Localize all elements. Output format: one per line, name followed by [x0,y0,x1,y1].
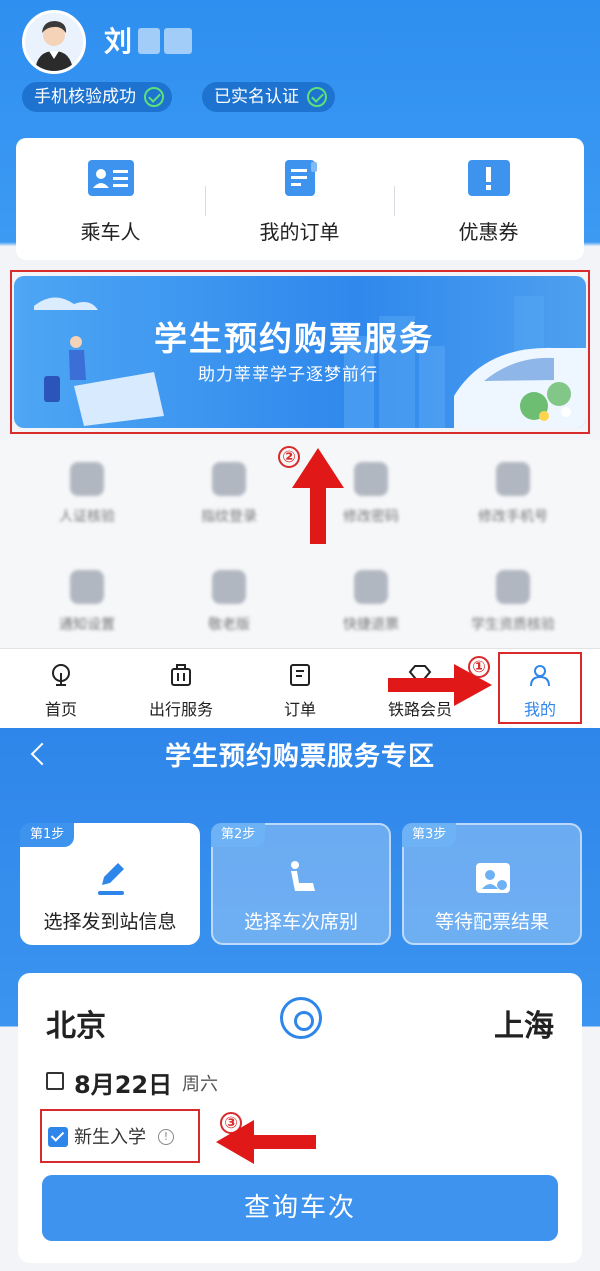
service-icon [496,462,530,496]
service-icon [354,462,388,496]
tab-label: 首页 [44,700,77,719]
user-name: 刘 [104,25,133,58]
step-await-result[interactable]: 第3步 等待配票结果 [402,823,582,945]
tab-orders[interactable]: 订单 [245,649,355,729]
badge-label: 手机核验成功 [34,87,136,107]
annotation-highlight-box [10,270,590,434]
service-label: 快捷退票 [343,617,399,633]
departure-station[interactable]: 北京 [46,1001,106,1045]
check-circle-icon [307,87,327,107]
service-icon [70,570,104,604]
quick-actions-card: 乘车人 我的订单 优惠券 [16,138,584,260]
my-orders-button[interactable]: 我的订单 [205,138,394,260]
order-doc-icon [285,160,317,196]
service-label: 学生资质核验 [471,617,555,633]
step-label: 选择车次席别 [243,911,358,933]
quick-action-label: 乘车人 [80,220,141,244]
step-number: 第1步 [20,823,75,847]
name-mask [164,28,192,54]
service-label: 人证核验 [59,509,115,525]
realname-verified-badge: 已实名认证 [202,82,335,112]
name-mask [138,28,160,54]
service-icon [496,570,530,604]
home-icon [52,664,70,686]
calendar-icon [46,1072,64,1090]
service-label: 修改密码 [343,509,399,525]
tab-home[interactable]: 首页 [6,649,116,729]
service-item[interactable]: 修改手机号 [448,462,578,526]
profile-section: 刘 手机核验成功 已实名认证 乘车人 我的订单 优惠券 学生预约购票服务 助力莘… [0,0,600,440]
check-circle-icon [144,87,164,107]
service-item[interactable]: 快捷退票 [306,570,436,634]
student-zone-section: 学生预约购票服务专区 第1步 选择发到站信息 第2步 选择车次席别 第3步 等待… [0,728,600,1271]
id-card-icon [88,160,134,196]
swap-stations-icon[interactable] [280,997,322,1039]
luggage-icon [171,664,191,686]
search-card: 北京 上海 8月22日 周六 新生入学 ! 查询车次 [18,973,582,1263]
departure-date[interactable]: 8月22日 [74,1065,172,1100]
annotation-highlight-box [498,652,582,724]
service-item[interactable]: 人证核验 [22,462,152,526]
service-label: 敬老版 [208,617,250,633]
annotation-highlight-box [40,1109,200,1163]
step-select-train-seat[interactable]: 第2步 选择车次席别 [211,823,391,945]
annotation-left-arrow [216,1120,316,1164]
service-icon [70,462,104,496]
query-trains-button[interactable]: 查询车次 [42,1175,558,1241]
service-item[interactable]: 通知设置 [22,570,152,634]
avatar[interactable] [22,10,86,74]
ticket-clock-icon [476,863,510,893]
tab-label: 出行服务 [148,700,213,719]
step-label: 等待配票结果 [434,911,549,933]
seat-icon [291,861,315,891]
service-icon [354,570,388,604]
order-icon [290,664,310,686]
page-title: 学生预约购票服务专区 [164,742,435,772]
service-label: 修改手机号 [478,509,548,525]
service-item[interactable]: 指纹登录 [164,462,294,526]
service-item[interactable]: 学生资质核验 [448,570,578,634]
arrival-station[interactable]: 上海 [494,1001,554,1045]
step-number: 第3步 [402,823,457,847]
service-icon [212,570,246,604]
quick-action-label: 我的订单 [259,220,340,244]
step-number: 第2步 [211,823,266,847]
weekday-label: 周六 [182,1074,218,1095]
service-icon [212,462,246,496]
coupon-icon [468,160,510,196]
quick-action-label: 优惠券 [458,220,519,244]
pencil-icon [98,863,124,895]
passengers-button[interactable]: 乘车人 [16,138,205,260]
service-item[interactable]: 敬老版 [164,570,294,634]
phone-verified-badge: 手机核验成功 [22,82,172,112]
avatar-icon [35,21,73,71]
coupons-button[interactable]: 优惠券 [394,138,583,260]
annotation-up-arrow [292,448,344,544]
step-select-stations[interactable]: 第1步 选择发到站信息 [20,823,200,945]
annotation-right-arrow [388,664,492,706]
service-label: 通知设置 [59,617,115,633]
tab-travel-services[interactable]: 出行服务 [126,649,236,729]
badge-label: 已实名认证 [214,87,299,107]
service-label: 指纹登录 [201,509,257,525]
tab-label: 订单 [283,700,316,719]
step-label: 选择发到站信息 [43,911,177,933]
